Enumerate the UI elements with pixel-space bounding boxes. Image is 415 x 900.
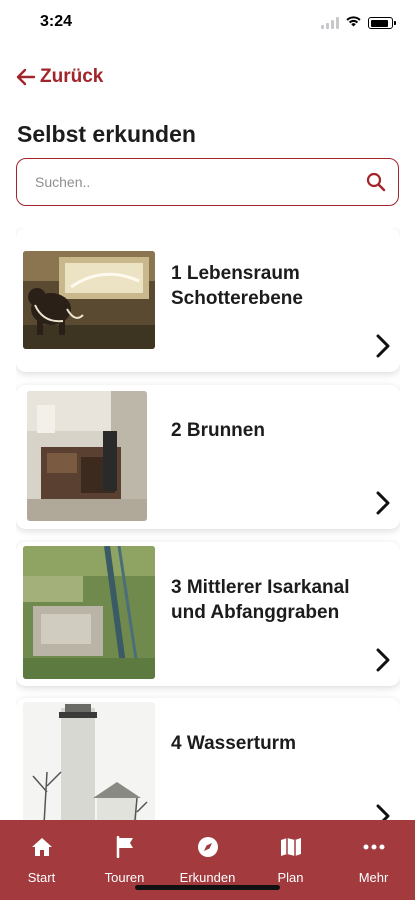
status-time: 3:24 (40, 13, 73, 30)
tab-label: Touren (104, 870, 145, 885)
search-bar (16, 158, 399, 206)
tab-mehr[interactable]: Mehr (332, 820, 415, 900)
search-input[interactable] (35, 174, 366, 190)
wifi-icon (345, 14, 362, 32)
station-title: 2 Brunnen (171, 420, 265, 441)
chevron-right-icon (376, 491, 390, 515)
station-card[interactable]: 1 Lebensraum Schotterebene (16, 228, 400, 372)
status-icons (321, 14, 396, 32)
mammoth-exhibit-image (23, 251, 155, 349)
map-icon (280, 836, 302, 858)
compass-icon (197, 836, 219, 858)
arrow-left-icon (16, 68, 36, 86)
back-button[interactable]: Zurück (16, 66, 103, 88)
home-icon (31, 836, 53, 858)
more-icon (363, 836, 385, 858)
station-title: 1 Lebensraum Schotterebene (171, 263, 303, 309)
chevron-right-icon (376, 804, 390, 820)
aerial-canal-view-image (23, 546, 155, 679)
station-card[interactable]: 2 Brunnen (16, 385, 400, 529)
tab-label: Plan (277, 870, 304, 885)
page-title: Selbst erkunden (17, 121, 196, 147)
home-indicator (135, 885, 280, 890)
water-tower-image (23, 702, 155, 820)
status-bar: 3:24 (0, 0, 415, 48)
tab-label: Start (27, 870, 56, 885)
search-icon[interactable] (366, 172, 386, 192)
cellular-signal-icon (321, 17, 339, 29)
station-list: 1 Lebensraum Schotterebene 2 Brunnen 3 M… (16, 228, 400, 820)
station-card[interactable]: 4 Wasserturm (16, 698, 400, 820)
chevron-right-icon (376, 334, 390, 358)
station-title: 3 Mittlerer Isarkanal und Abfanggraben (171, 577, 350, 623)
battery-icon (368, 17, 396, 29)
station-title: 4 Wasserturm (171, 733, 296, 754)
back-label: Zurück (40, 66, 104, 87)
tab-label: Mehr (358, 870, 389, 885)
station-card[interactable]: 3 Mittlerer Isarkanal und Abfanggraben (16, 542, 400, 686)
tab-start[interactable]: Start (0, 820, 83, 900)
flag-icon (115, 836, 135, 858)
well-machinery-exhibit-image (27, 391, 147, 521)
tab-label: Erkunden (179, 870, 236, 885)
chevron-right-icon (376, 648, 390, 672)
